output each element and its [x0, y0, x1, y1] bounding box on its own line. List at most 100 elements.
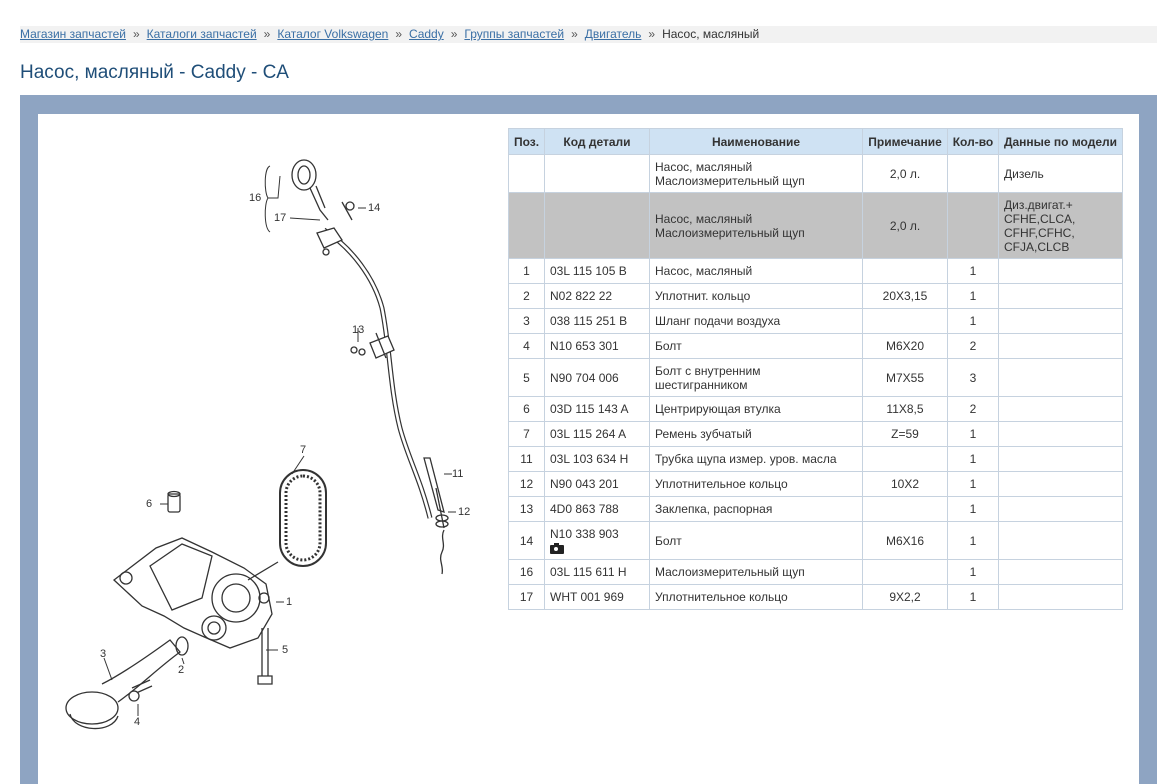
- table-row[interactable]: 5 N90 704 006 Болт с внутренним шестигранни…: [508, 358, 1123, 397]
- table-row[interactable]: 14 N10 338 903 Болт M6X16 1: [508, 521, 1123, 560]
- column-header-model: Данные по модели: [998, 128, 1123, 155]
- cell-note: M7X55: [862, 358, 948, 397]
- cell-name: Ремень зубчатый: [649, 421, 863, 447]
- callout-16: 16: [249, 192, 262, 204]
- cell-note: M6X20: [862, 333, 948, 359]
- cell-model: [998, 283, 1123, 309]
- cell-model: [998, 471, 1123, 497]
- cell-note: 10X2: [862, 471, 948, 497]
- cell-pos: 12: [508, 471, 545, 497]
- table-header-row: Поз. Код детали Наименование Примечание …: [508, 128, 1123, 155]
- table-row[interactable]: 7 03L 115 264 A Ремень зубчатый Z=59 1: [508, 421, 1123, 447]
- cell-note: [862, 496, 948, 522]
- parts-table: Поз. Код детали Наименование Примечание …: [508, 128, 1123, 610]
- cell-name: Уплотнительное кольцо: [649, 471, 863, 497]
- breadcrumb-separator: »: [648, 27, 656, 41]
- cell-code[interactable]: N10 338 903: [544, 521, 650, 560]
- cell-name: Шланг подачи воздуха: [649, 308, 863, 334]
- cell-model: [998, 308, 1123, 334]
- cell-name: Центрирующая втулка: [649, 396, 863, 422]
- callout-6: 6: [146, 498, 153, 510]
- cell-qty: 1: [947, 258, 999, 284]
- breadcrumb-link[interactable]: Каталог Volkswagen: [277, 27, 388, 41]
- callout-4: 4: [134, 716, 141, 728]
- cell-pos: [508, 154, 545, 193]
- cell-pos: [508, 192, 545, 259]
- breadcrumb-link[interactable]: Caddy: [409, 27, 444, 41]
- group-row[interactable]: Насос, масляный Маслоизмерительный щуп 2,0…: [508, 154, 1123, 193]
- column-header-code: Код детали: [544, 128, 650, 155]
- table-row[interactable]: 16 03L 115 611 H Маслоизмерительный щуп 1: [508, 559, 1123, 585]
- cell-pos: 13: [508, 496, 545, 522]
- breadcrumb: Магазин запчастей » Каталоги запчастей » Кат…: [20, 26, 1157, 43]
- cell-code[interactable]: 03L 103 634 H: [544, 446, 650, 472]
- cell-note: Z=59: [862, 421, 948, 447]
- breadcrumb-link[interactable]: Группы запчастей: [464, 27, 564, 41]
- breadcrumb-link[interactable]: Двигатель: [585, 27, 642, 41]
- cell-code[interactable]: 03D 115 143 A: [544, 396, 650, 422]
- cell-code[interactable]: 03L 115 264 A: [544, 421, 650, 447]
- cell-qty: 1: [947, 471, 999, 497]
- table-row[interactable]: 11 03L 103 634 H Трубка щупа измер. уров. …: [508, 446, 1123, 472]
- cell-name: Болт: [649, 521, 863, 560]
- column-header-note: Примечание: [862, 128, 948, 155]
- cell-code[interactable]: N10 653 301: [544, 333, 650, 359]
- table-row[interactable]: 2 N02 822 22 Уплотнит. кольцо 20X3,15 1: [508, 283, 1123, 309]
- cell-code[interactable]: 03L 115 611 H: [544, 559, 650, 585]
- callout-11: 11: [452, 468, 464, 480]
- cell-name: Заклепка, распорная: [649, 496, 863, 522]
- table-row[interactable]: 13 4D0 863 788 Заклепка, распорная 1: [508, 496, 1123, 522]
- breadcrumb-current: Насос, масляный: [662, 27, 760, 41]
- table-row[interactable]: 12 N90 043 201 Уплотнительное кольцо 10X2 1: [508, 471, 1123, 497]
- cell-code: [544, 192, 650, 259]
- cell-code[interactable]: 4D0 863 788: [544, 496, 650, 522]
- cell-pos: 11: [508, 446, 545, 472]
- cell-model: [998, 358, 1123, 397]
- table-row[interactable]: 6 03D 115 143 A Центрирующая втулка 11X8,5 2: [508, 396, 1123, 422]
- table-row[interactable]: 17 WHT 001 969 Уплотнительное кольцо 9X2,2 1: [508, 584, 1123, 610]
- cell-name: Насос, масляный: [649, 258, 863, 284]
- camera-icon[interactable]: [550, 542, 564, 554]
- breadcrumb-link[interactable]: Каталоги запчастей: [147, 27, 257, 41]
- cell-model: [998, 521, 1123, 560]
- cell-note: [862, 258, 948, 284]
- cell-note: [862, 308, 948, 334]
- cell-code[interactable]: N02 822 22: [544, 283, 650, 309]
- cell-code[interactable]: N90 043 201: [544, 471, 650, 497]
- cell-name: Насос, масляный Маслоизмерительный щуп: [649, 192, 863, 259]
- column-header-qty: Кол-во: [947, 128, 999, 155]
- table-row[interactable]: 4 N10 653 301 Болт M6X20 2: [508, 333, 1123, 359]
- table-row[interactable]: 1 03L 115 105 B Насос, масляный 1: [508, 258, 1123, 284]
- cell-model: [998, 584, 1123, 610]
- cell-model: [998, 396, 1123, 422]
- cell-note: 2,0 л.: [862, 192, 948, 259]
- callout-3: 3: [100, 648, 107, 660]
- cell-qty: 1: [947, 283, 999, 309]
- cell-note: [862, 559, 948, 585]
- group-row[interactable]: Насос, масляный Маслоизмерительный щуп 2,0…: [508, 192, 1123, 259]
- cell-note: 9X2,2: [862, 584, 948, 610]
- cell-pos: 17: [508, 584, 545, 610]
- cell-name: Уплотнит. кольцо: [649, 283, 863, 309]
- cell-qty: 3: [947, 358, 999, 397]
- cell-note: 11X8,5: [862, 396, 948, 422]
- content-frame: 16 17 14 13 7 11 12 6 1 5 3 2 4 Поз. Код…: [20, 95, 1157, 784]
- cell-qty: 2: [947, 396, 999, 422]
- cell-qty: [947, 192, 999, 259]
- cell-model: Дизель: [998, 154, 1123, 193]
- breadcrumb-separator: »: [263, 27, 271, 41]
- cell-code[interactable]: 03L 115 105 B: [544, 258, 650, 284]
- cell-note: 20X3,15: [862, 283, 948, 309]
- cell-code[interactable]: WHT 001 969: [544, 584, 650, 610]
- cell-pos: 5: [508, 358, 545, 397]
- cell-qty: 1: [947, 446, 999, 472]
- cell-pos: 1: [508, 258, 545, 284]
- cell-qty: 1: [947, 521, 999, 560]
- cell-qty: 2: [947, 333, 999, 359]
- cell-code[interactable]: N90 704 006: [544, 358, 650, 397]
- table-row[interactable]: 3 038 115 251 B Шланг подачи воздуха 1: [508, 308, 1123, 334]
- callout-17: 17: [274, 212, 287, 224]
- cell-code[interactable]: 038 115 251 B: [544, 308, 650, 334]
- breadcrumb-link[interactable]: Магазин запчастей: [20, 27, 126, 41]
- cell-qty: 1: [947, 421, 999, 447]
